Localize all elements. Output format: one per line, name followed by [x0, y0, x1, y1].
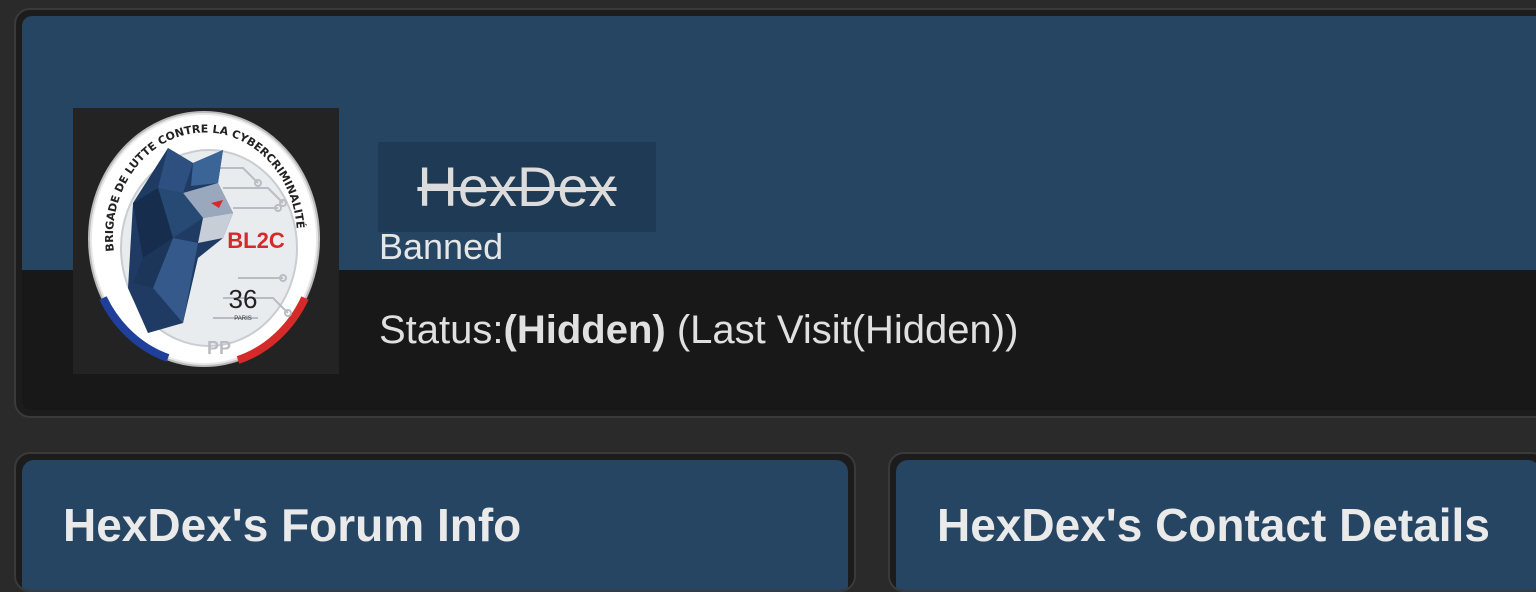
svg-text:36: 36 — [229, 284, 258, 314]
forum-info-panel: HexDex's Forum Info — [14, 452, 856, 592]
status-label: Status: — [379, 308, 504, 352]
bl2c-badge-icon: BRIGADE DE LUTTE CONTRE LA CYBERCRIMINAL… — [88, 111, 320, 367]
username-box: HexDex — [378, 142, 656, 232]
status-line: Status:(Hidden) (Last Visit(Hidden)) — [379, 310, 1018, 350]
contact-details-header: HexDex's Contact Details — [896, 460, 1536, 590]
svg-text:BL2C: BL2C — [227, 228, 285, 253]
svg-text:PARIS: PARIS — [234, 316, 252, 322]
profile-card: BRIGADE DE LUTTE CONTRE LA CYBERCRIMINAL… — [14, 8, 1536, 418]
contact-details-title: HexDex's Contact Details — [937, 499, 1490, 551]
user-group-label: Banned — [379, 226, 504, 267]
username: HexDex — [417, 155, 617, 218]
forum-info-title: HexDex's Forum Info — [63, 499, 522, 551]
contact-details-panel: HexDex's Contact Details — [888, 452, 1536, 592]
svg-text:PP: PP — [207, 338, 231, 358]
last-visit: (Last Visit(Hidden)) — [665, 308, 1019, 352]
avatar[interactable]: BRIGADE DE LUTTE CONTRE LA CYBERCRIMINAL… — [73, 108, 339, 374]
status-value: (Hidden) — [503, 308, 666, 352]
forum-info-header: HexDex's Forum Info — [22, 460, 848, 590]
